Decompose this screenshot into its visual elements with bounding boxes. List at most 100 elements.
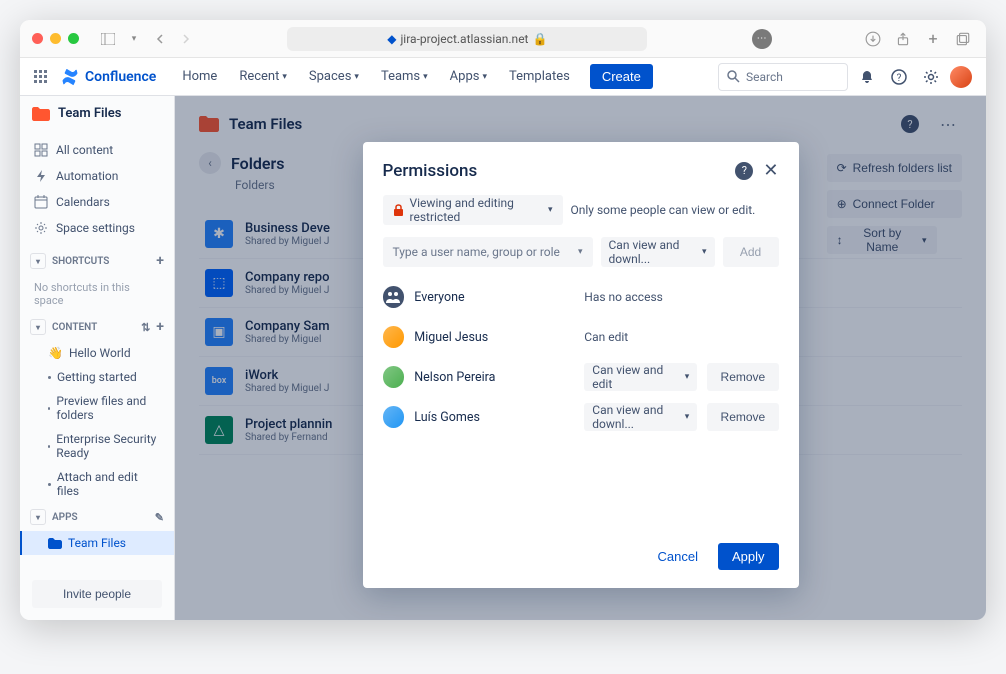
- traffic-lights: [32, 33, 79, 44]
- shortcuts-empty: No shortcuts in this space: [20, 275, 174, 313]
- folder-icon: [48, 538, 62, 549]
- nav-apps[interactable]: Apps▾: [442, 65, 495, 88]
- new-tab-icon[interactable]: +: [922, 28, 944, 50]
- svg-text:?: ?: [897, 73, 902, 84]
- remove-button[interactable]: Remove: [707, 363, 778, 391]
- user-avatar: [383, 326, 405, 348]
- content-getting-started[interactable]: Getting started: [20, 365, 174, 389]
- forward-button[interactable]: [175, 28, 197, 50]
- calendar-icon: [34, 195, 48, 209]
- content-header[interactable]: ▾ CONTENT ⇅ +: [20, 313, 174, 341]
- grid-icon: [34, 143, 48, 157]
- maximize-window-button[interactable]: [68, 33, 79, 44]
- content-enterprise-security[interactable]: Enterprise Security Ready: [20, 427, 174, 465]
- content-attach-edit[interactable]: Attach and edit files: [20, 465, 174, 503]
- chevron-down-icon[interactable]: ▾: [123, 28, 145, 50]
- apps-header[interactable]: ▾ APPS ✎: [20, 503, 174, 531]
- invite-people-button[interactable]: Invite people: [32, 580, 162, 608]
- chevron-down-icon: ▾: [685, 412, 690, 422]
- close-modal-button[interactable]: ✕: [763, 160, 778, 181]
- download-icon[interactable]: [862, 28, 884, 50]
- add-content-icon[interactable]: +: [156, 319, 164, 335]
- restriction-select[interactable]: Viewing and editing restricted ▾: [383, 195, 563, 225]
- add-shortcut-icon[interactable]: +: [156, 253, 164, 269]
- space-name: Team Files: [58, 106, 121, 121]
- main-content: Team Files ? ⋯ ‹ Folders Folders ✱ Busin…: [175, 96, 986, 620]
- group-icon: [383, 286, 405, 308]
- url-text: jira-project.atlassian.net: [400, 32, 528, 46]
- settings-icon[interactable]: [918, 64, 944, 90]
- add-button[interactable]: Add: [723, 237, 779, 267]
- user-avatar[interactable]: [950, 66, 972, 88]
- wave-emoji-icon: 👋: [48, 346, 63, 360]
- browser-right-icons: +: [862, 28, 974, 50]
- nav-recent[interactable]: Recent▾: [231, 65, 295, 88]
- content-preview-files[interactable]: Preview files and folders: [20, 389, 174, 427]
- app-switcher-icon[interactable]: [34, 70, 47, 83]
- body: Team Files All content Automation Calend…: [20, 96, 986, 620]
- confluence-icon: [61, 68, 79, 86]
- space-header[interactable]: Team Files: [20, 96, 174, 131]
- user-input[interactable]: Type a user name, group or role ▾: [383, 237, 593, 267]
- cancel-button[interactable]: Cancel: [648, 543, 708, 570]
- reader-icon[interactable]: ⋯: [752, 29, 772, 49]
- search-input[interactable]: Search: [718, 63, 848, 91]
- nav-home[interactable]: Home: [174, 65, 225, 88]
- edit-icon[interactable]: ✎: [155, 511, 164, 524]
- close-window-button[interactable]: [32, 33, 43, 44]
- back-button[interactable]: [149, 28, 171, 50]
- filter-icon[interactable]: ⇅: [141, 321, 150, 334]
- folder-icon: [32, 107, 50, 121]
- sidebar-automation[interactable]: Automation: [20, 163, 174, 189]
- tabs-icon[interactable]: [952, 28, 974, 50]
- add-user-row: Type a user name, group or role ▾ Can vi…: [383, 237, 779, 267]
- content-hello-world[interactable]: 👋 Hello World: [20, 341, 174, 365]
- access-select[interactable]: Can view and downl... ▾: [584, 403, 697, 431]
- browser-window: ▾ ◆ jira-project.atlassian.net 🔒 ⋯ +: [20, 20, 986, 620]
- bullet-icon: [48, 445, 50, 448]
- share-icon[interactable]: [892, 28, 914, 50]
- apply-button[interactable]: Apply: [718, 543, 779, 570]
- access-select[interactable]: Can view and edit ▾: [584, 363, 697, 391]
- browser-nav: ▾: [97, 28, 197, 50]
- chevron-down-icon[interactable]: ▾: [30, 509, 46, 525]
- url-bar[interactable]: ◆ jira-project.atlassian.net 🔒: [287, 27, 647, 51]
- minimize-window-button[interactable]: [50, 33, 61, 44]
- default-role-select[interactable]: Can view and downl... ▾: [601, 237, 715, 267]
- search-icon: [727, 70, 740, 83]
- chevron-down-icon: ▾: [685, 372, 690, 382]
- bullet-icon: [48, 407, 50, 410]
- confluence-logo[interactable]: Confluence: [61, 68, 156, 86]
- restriction-summary: Viewing and editing restricted ▾ Only so…: [383, 195, 779, 225]
- modal-header: Permissions ? ✕: [383, 160, 779, 181]
- shortcuts-header[interactable]: ▾ SHORTCUTS +: [20, 247, 174, 275]
- user-avatar: [383, 406, 405, 428]
- modal-help-icon[interactable]: ?: [735, 162, 753, 180]
- user-avatar: [383, 366, 405, 388]
- create-button[interactable]: Create: [590, 64, 653, 89]
- nav-spaces[interactable]: Spaces▾: [301, 65, 367, 88]
- remove-button[interactable]: Remove: [707, 403, 778, 431]
- nav-teams[interactable]: Teams▾: [373, 65, 436, 88]
- modal-footer: Cancel Apply: [383, 543, 779, 570]
- app-team-files[interactable]: Team Files: [20, 531, 174, 555]
- nav-templates[interactable]: Templates: [501, 65, 578, 88]
- top-nav: Confluence Home Recent▾ Spaces▾ Teams▾ A…: [20, 58, 986, 96]
- chevron-down-icon[interactable]: ▾: [30, 319, 46, 335]
- sidebar-all-content[interactable]: All content: [20, 137, 174, 163]
- sidebar-space-settings[interactable]: Space settings: [20, 215, 174, 241]
- logo-text: Confluence: [85, 69, 156, 85]
- permission-row: Miguel Jesus Can edit: [383, 321, 779, 353]
- sidebar-calendars[interactable]: Calendars: [20, 189, 174, 215]
- permissions-modal: Permissions ? ✕ Viewing and editing rest…: [363, 142, 799, 588]
- lock-icon: 🔒: [532, 32, 547, 46]
- sidebar-toggle-icon[interactable]: [97, 28, 119, 50]
- permission-row: Nelson Pereira Can view and edit ▾ Remov…: [383, 361, 779, 393]
- permission-row: Luís Gomes Can view and downl... ▾ Remov…: [383, 401, 779, 433]
- chevron-down-icon[interactable]: ▾: [30, 253, 46, 269]
- modal-title: Permissions: [383, 161, 478, 181]
- notifications-icon[interactable]: [854, 64, 880, 90]
- help-icon[interactable]: ?: [886, 64, 912, 90]
- search-placeholder: Search: [746, 70, 783, 84]
- restriction-desc: Only some people can view or edit.: [571, 203, 756, 217]
